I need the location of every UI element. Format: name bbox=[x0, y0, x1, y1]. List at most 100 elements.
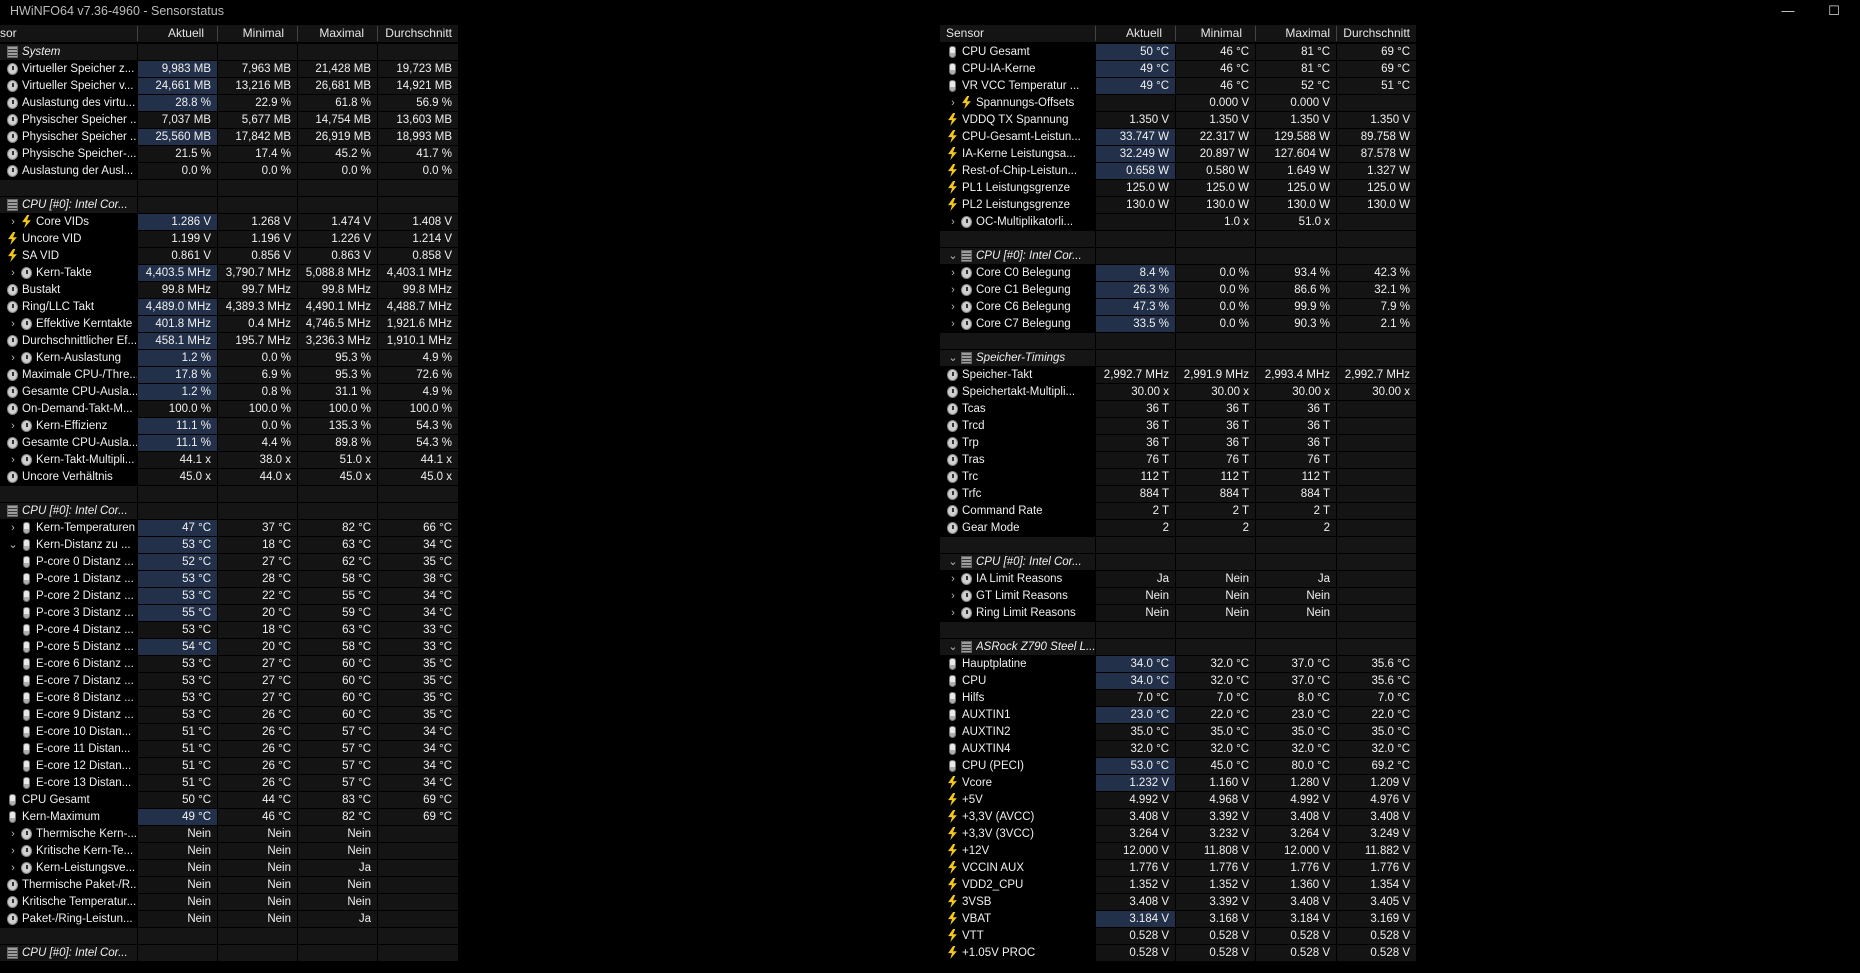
sensor-row[interactable]: CPU-IA-Kerne 49 °C 46 °C 81 °C 69 °C bbox=[940, 61, 1416, 78]
sensor-row[interactable]: › Core C6 Belegung 47.3 % 0.0 % 99.9 % 7.9 % bbox=[940, 299, 1416, 316]
sensor-row[interactable]: Physischer Speicher ... 7,037 MB 5,677 MB 1… bbox=[0, 112, 458, 129]
sensor-row[interactable]: P-core 2 Distanz ... 53 °C 22 °C 55 °C 34 °C bbox=[0, 588, 458, 605]
sensor-group-header[interactable]: ⌄ ASRock Z790 Steel L... bbox=[940, 639, 1416, 656]
sensor-row[interactable]: CPU 34.0 °C 32.0 °C 37.0 °C 35.6 °C bbox=[940, 673, 1416, 690]
sensor-row[interactable]: P-core 1 Distanz ... 53 °C 28 °C 58 °C 38 °C bbox=[0, 571, 458, 588]
sensor-row[interactable]: +1.05V PROC 0.528 V 0.528 V 0.528 V 0.528 V bbox=[940, 945, 1416, 962]
sensor-row[interactable]: P-core 5 Distanz ... 54 °C 20 °C 58 °C 33 °C bbox=[0, 639, 458, 656]
expand-chevron-icon[interactable]: › bbox=[7, 843, 19, 859]
sensor-row[interactable]: CPU Gesamt 50 °C 44 °C 83 °C 69 °C bbox=[0, 792, 458, 809]
expand-chevron-icon[interactable]: › bbox=[7, 418, 19, 434]
sensor-group-header[interactable]: CPU [#0]: Intel Cor... bbox=[0, 503, 458, 520]
sensor-row[interactable]: VTT 0.528 V 0.528 V 0.528 V 0.528 V bbox=[940, 928, 1416, 945]
sensor-group-header[interactable]: System bbox=[0, 44, 458, 61]
sensor-row[interactable]: Kritische Temperatur... Nein Nein Nein bbox=[0, 894, 458, 911]
sensor-row[interactable]: CPU Gesamt 50 °C 46 °C 81 °C 69 °C bbox=[940, 44, 1416, 61]
sensor-row[interactable]: › Kritische Kern-Te... Nein Nein Nein bbox=[0, 843, 458, 860]
sensor-row[interactable]: Hilfs 7.0 °C 7.0 °C 8.0 °C 7.0 °C bbox=[940, 690, 1416, 707]
sensor-row[interactable]: Tcas 36 T 36 T 36 T bbox=[940, 401, 1416, 418]
sensor-row[interactable]: › Spannungs-Offsets 0.000 V 0.000 V bbox=[940, 95, 1416, 112]
expand-chevron-icon[interactable]: › bbox=[947, 265, 959, 281]
sensor-row[interactable]: Kern-Maximum 49 °C 46 °C 82 °C 69 °C bbox=[0, 809, 458, 826]
sensor-group-header[interactable]: ⌄ CPU [#0]: Intel Cor... bbox=[940, 248, 1416, 265]
sensor-row[interactable]: Virtueller Speicher z... 9,983 MB 7,963 MB… bbox=[0, 61, 458, 78]
expand-chevron-icon[interactable]: › bbox=[7, 214, 19, 230]
expand-chevron-icon[interactable]: › bbox=[7, 860, 19, 876]
sensor-row[interactable]: AUXTIN4 32.0 °C 32.0 °C 32.0 °C 32.0 °C bbox=[940, 741, 1416, 758]
sensor-row[interactable]: +5V 4.992 V 4.968 V 4.992 V 4.976 V bbox=[940, 792, 1416, 809]
expand-chevron-icon[interactable]: › bbox=[947, 95, 959, 111]
sensor-row[interactable]: Auslastung des virtu... 28.8 % 22.9 % 61.8 … bbox=[0, 95, 458, 112]
expand-chevron-icon[interactable]: › bbox=[7, 520, 19, 536]
maximize-button[interactable]: ☐ bbox=[1812, 0, 1856, 22]
column-header-minimum[interactable]: Minimal bbox=[218, 25, 290, 42]
column-header-minimum[interactable]: Minimal bbox=[1176, 25, 1248, 42]
sensor-row[interactable]: PL1 Leistungsgrenze 125.0 W 125.0 W 125.0 W… bbox=[940, 180, 1416, 197]
sensor-row[interactable]: Vcore 1.232 V 1.160 V 1.280 V 1.209 V bbox=[940, 775, 1416, 792]
sensor-row[interactable]: E-core 13 Distan... 51 °C 26 °C 57 °C 34 °C bbox=[0, 775, 458, 792]
collapse-chevron-icon[interactable]: ⌄ bbox=[7, 537, 19, 553]
sensor-row[interactable]: › Kern-Auslastung 1.2 % 0.0 % 95.3 % 4.9 % bbox=[0, 350, 458, 367]
sensor-row[interactable]: AUXTIN1 23.0 °C 22.0 °C 23.0 °C 22.0 °C bbox=[940, 707, 1416, 724]
sensor-row[interactable]: On-Demand-Takt-M... 100.0 % 100.0 % 100.0 %… bbox=[0, 401, 458, 418]
column-header-average[interactable]: Durchschnitt bbox=[378, 25, 458, 42]
sensor-row[interactable]: ⌄ Kern-Distanz zu ... 53 °C 18 °C 63 °C 34 °C bbox=[0, 537, 458, 554]
sensor-row[interactable]: VDD2_CPU 1.352 V 1.352 V 1.360 V 1.354 V bbox=[940, 877, 1416, 894]
sensor-row[interactable]: › Core VIDs 1.286 V 1.268 V 1.474 V 1.408 V bbox=[0, 214, 458, 231]
sensor-row[interactable]: Uncore Verhältnis 45.0 x 44.0 x 45.0 x 45.0 … bbox=[0, 469, 458, 486]
expand-chevron-icon[interactable]: › bbox=[947, 316, 959, 332]
sensor-row[interactable]: Paket-/Ring-Leistun... Nein Nein Ja bbox=[0, 911, 458, 928]
sensor-row[interactable]: P-core 3 Distanz ... 55 °C 20 °C 59 °C 34 °C bbox=[0, 605, 458, 622]
sensor-row[interactable]: Gesamte CPU-Ausla... 11.1 % 4.4 % 89.8 % 54.… bbox=[0, 435, 458, 452]
sensor-row[interactable]: › Kern-Takte 4,403.5 MHz 3,790.7 MHz 5,088.8… bbox=[0, 265, 458, 282]
sensor-row[interactable]: E-core 9 Distanz ... 53 °C 26 °C 60 °C 35 °C bbox=[0, 707, 458, 724]
sensor-row[interactable]: Maximale CPU-/Thre... 17.8 % 6.9 % 95.3 % 72… bbox=[0, 367, 458, 384]
sensor-row[interactable]: Physischer Speicher ... 25,560 MB 17,842 M… bbox=[0, 129, 458, 146]
sensor-row[interactable]: Trcd 36 T 36 T 36 T bbox=[940, 418, 1416, 435]
column-header-current[interactable]: Aktuell bbox=[138, 25, 210, 42]
sensor-row[interactable]: Durchschnittlicher Ef... 458.1 MHz 195.7 M… bbox=[0, 333, 458, 350]
sensor-row[interactable]: VDDQ TX Spannung 1.350 V 1.350 V 1.350 V 1.3… bbox=[940, 112, 1416, 129]
expand-chevron-icon[interactable]: › bbox=[947, 588, 959, 604]
expand-chevron-icon[interactable]: › bbox=[947, 605, 959, 621]
sensor-row[interactable]: › Kern-Leistungsve... Nein Nein Ja bbox=[0, 860, 458, 877]
sensor-row[interactable]: › Ring Limit Reasons Nein Nein Nein bbox=[940, 605, 1416, 622]
collapse-chevron-icon[interactable]: ⌄ bbox=[947, 350, 959, 366]
sensor-row[interactable]: › Effektive Kerntakte 401.8 MHz 0.4 MHz 4,74… bbox=[0, 316, 458, 333]
sensor-row[interactable]: +12V 12.000 V 11.808 V 12.000 V 11.882 V bbox=[940, 843, 1416, 860]
sensor-row[interactable]: › Kern-Takt-Multipli... 44.1 x 38.0 x 51.0 x… bbox=[0, 452, 458, 469]
sensor-row[interactable]: +3,3V (3VCC) 3.264 V 3.232 V 3.264 V 3.249 V bbox=[940, 826, 1416, 843]
sensor-row[interactable]: +3,3V (AVCC) 3.408 V 3.392 V 3.408 V 3.408 V bbox=[940, 809, 1416, 826]
sensor-row[interactable]: › Core C1 Belegung 26.3 % 0.0 % 86.6 % 32.1 % bbox=[940, 282, 1416, 299]
expand-chevron-icon[interactable]: › bbox=[947, 571, 959, 587]
sensor-row[interactable]: CPU (PECI) 53.0 °C 45.0 °C 80.0 °C 69.2 °C bbox=[940, 758, 1416, 775]
sensor-row[interactable]: E-core 12 Distan... 51 °C 26 °C 57 °C 34 °C bbox=[0, 758, 458, 775]
sensor-row[interactable]: › Core C0 Belegung 8.4 % 0.0 % 93.4 % 42.3 % bbox=[940, 265, 1416, 282]
sensor-row[interactable]: › Kern-Effizienz 11.1 % 0.0 % 135.3 % 54.3 % bbox=[0, 418, 458, 435]
sensor-row[interactable]: Virtueller Speicher v... 24,661 MB 13,216 … bbox=[0, 78, 458, 95]
sensor-row[interactable]: Speicher-Takt 2,992.7 MHz 2,991.9 MHz 2,993… bbox=[940, 367, 1416, 384]
collapse-chevron-icon[interactable]: ⌄ bbox=[947, 248, 959, 264]
sensor-row[interactable]: Gesamte CPU-Ausla... 1.2 % 0.8 % 31.1 % 4.9 … bbox=[0, 384, 458, 401]
sensor-group-header[interactable]: ⌄ CPU [#0]: Intel Cor... bbox=[940, 554, 1416, 571]
sensor-group-header[interactable]: ⌄ Speicher-Timings bbox=[940, 350, 1416, 367]
expand-chevron-icon[interactable]: › bbox=[7, 452, 19, 468]
sensor-row[interactable]: VCCIN AUX 1.776 V 1.776 V 1.776 V 1.776 V bbox=[940, 860, 1416, 877]
sensor-panel-left[interactable]: sor Aktuell Minimal Maximal Durchschnitt… bbox=[0, 22, 458, 973]
expand-chevron-icon[interactable]: › bbox=[947, 282, 959, 298]
sensor-panel-right[interactable]: Sensor Aktuell Minimal Maximal Durchschn… bbox=[940, 22, 1416, 973]
column-header-sensor[interactable]: sor bbox=[0, 25, 130, 42]
collapse-chevron-icon[interactable]: ⌄ bbox=[947, 554, 959, 570]
sensor-row[interactable]: AUXTIN2 35.0 °C 35.0 °C 35.0 °C 35.0 °C bbox=[940, 724, 1416, 741]
sensor-row[interactable]: SA VID 0.861 V 0.856 V 0.863 V 0.858 V bbox=[0, 248, 458, 265]
sensor-group-header[interactable]: CPU [#0]: Intel Cor... bbox=[0, 197, 458, 214]
sensor-row[interactable]: Gear Mode 2 2 2 bbox=[940, 520, 1416, 537]
sensor-row[interactable]: E-core 10 Distan... 51 °C 26 °C 57 °C 34 °C bbox=[0, 724, 458, 741]
column-header-maximum[interactable]: Maximal bbox=[298, 25, 370, 42]
sensor-row[interactable]: › Core C7 Belegung 33.5 % 0.0 % 90.3 % 2.1 % bbox=[940, 316, 1416, 333]
sensor-row[interactable]: Trfc 884 T 884 T 884 T bbox=[940, 486, 1416, 503]
column-header-sensor[interactable]: Sensor bbox=[946, 25, 1076, 42]
sensor-group-header[interactable]: CPU [#0]: Intel Cor... bbox=[0, 945, 458, 962]
sensor-row[interactable]: P-core 0 Distanz ... 52 °C 27 °C 62 °C 35 °C bbox=[0, 554, 458, 571]
sensor-row[interactable]: Speichertakt-Multipli... 30.00 x 30.00 x 30… bbox=[940, 384, 1416, 401]
